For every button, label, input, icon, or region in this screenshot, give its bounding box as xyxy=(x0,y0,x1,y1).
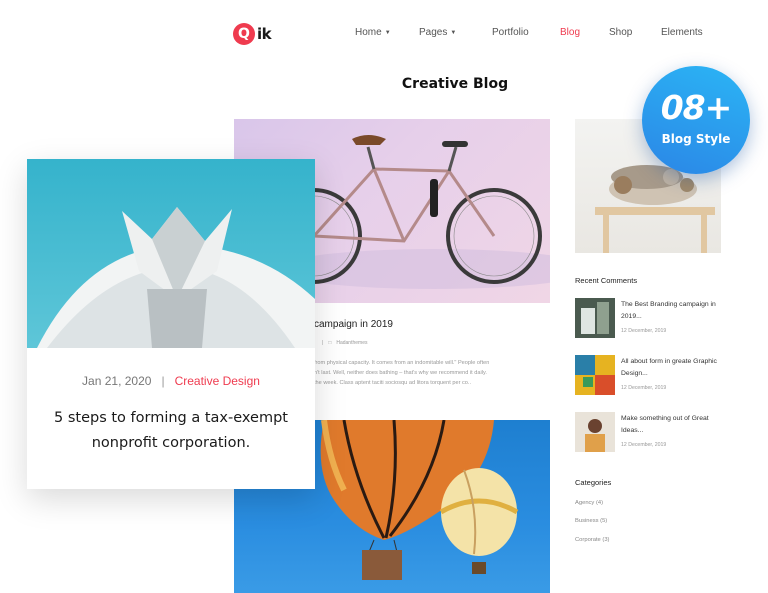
main-nav: Home ▼ Pages ▼ Portfolio Blog Shop Element… xyxy=(355,27,703,38)
post-title[interactable]: campaign in 2019 xyxy=(314,319,393,330)
card-meta: Jan 21, 2020 | Creative Design xyxy=(27,374,315,388)
nav-pages[interactable]: Pages ▼ xyxy=(419,27,492,38)
category-item[interactable]: Agency (4) xyxy=(575,500,603,506)
nav-home-label: Home xyxy=(355,27,382,38)
card-title[interactable]: 5 steps to forming a tax-exempt nonprofi… xyxy=(47,406,295,456)
nav-elements[interactable]: Elements xyxy=(661,27,703,38)
post-meta: | □ Hadanthemes xyxy=(322,340,367,346)
logo-wordmark: ik xyxy=(257,25,272,43)
nav-pages-label: Pages xyxy=(419,27,448,38)
architecture-illustration xyxy=(37,207,315,348)
chevron-down-icon: ▼ xyxy=(384,29,391,36)
meta-separator: | xyxy=(322,340,324,346)
categories-heading: Categories xyxy=(575,478,612,487)
excerpt-line: n't last. Well, neither does bathing – t… xyxy=(314,370,487,376)
excerpt-line: the week. Class aptent taciti sociosqu a… xyxy=(314,380,472,386)
card-date: Jan 21, 2020 xyxy=(82,374,152,388)
recent-comment-item[interactable]: The Best Branding campaign in 2019... 12… xyxy=(575,298,735,338)
blog-style-badge: 08+ Blog Style xyxy=(642,66,750,174)
badge-number: 08+ xyxy=(660,88,733,127)
comment-thumbnail xyxy=(575,298,615,338)
nav-portfolio[interactable]: Portfolio xyxy=(492,27,560,38)
excerpt-line: from physical capacity. It comes from an… xyxy=(314,360,490,366)
comment-title[interactable]: Make something out of Great Ideas... xyxy=(621,413,721,437)
page-title: Creative Blog xyxy=(401,76,509,92)
nav-shop-label: Shop xyxy=(609,27,633,38)
comment-date: 12 December, 2019 xyxy=(621,328,667,334)
card-category[interactable]: Creative Design xyxy=(175,374,260,388)
recent-comment-item[interactable]: Make something out of Great Ideas... 12 … xyxy=(575,412,735,452)
brand-logo[interactable]: Q ik xyxy=(233,22,272,46)
recent-comment-item[interactable]: All about form in greate Graphic Design.… xyxy=(575,355,735,395)
badge-label: Blog Style xyxy=(661,132,731,146)
logo-mark: Q xyxy=(233,23,255,45)
category-item[interactable]: Business (5) xyxy=(575,518,607,524)
nav-elements-label: Elements xyxy=(661,27,703,38)
nav-portfolio-label: Portfolio xyxy=(492,27,529,38)
recent-comments-heading: Recent Comments xyxy=(575,276,638,285)
nav-blog-label: Blog xyxy=(560,27,581,38)
comment-title[interactable]: All about form in greate Graphic Design.… xyxy=(621,356,721,380)
comment-thumbnail xyxy=(575,412,615,452)
nav-shop[interactable]: Shop xyxy=(609,27,661,38)
thumb-illustration xyxy=(581,302,609,334)
comment-thumbnail xyxy=(575,355,615,395)
nav-home[interactable]: Home ▼ xyxy=(355,27,411,38)
nav-blog[interactable]: Blog xyxy=(560,27,609,38)
folder-icon: □ xyxy=(328,340,332,346)
meta-separator: | xyxy=(161,374,165,388)
featured-post-card[interactable]: Jan 21, 2020 | Creative Design 5 steps to … xyxy=(27,159,315,489)
card-image-architecture xyxy=(27,159,315,348)
comment-title[interactable]: The Best Branding campaign in 2019... xyxy=(621,299,721,323)
thumb-illustration xyxy=(585,419,605,452)
category-item[interactable]: Corporate (3) xyxy=(575,537,609,543)
comment-date: 12 December, 2019 xyxy=(621,442,667,448)
thumb-illustration xyxy=(575,355,615,395)
chevron-down-icon: ▼ xyxy=(450,29,457,36)
post-excerpt: from physical capacity. It comes from an… xyxy=(314,358,550,388)
post-author[interactable]: Hadanthemes xyxy=(336,340,367,346)
comment-date: 12 December, 2019 xyxy=(621,385,667,391)
